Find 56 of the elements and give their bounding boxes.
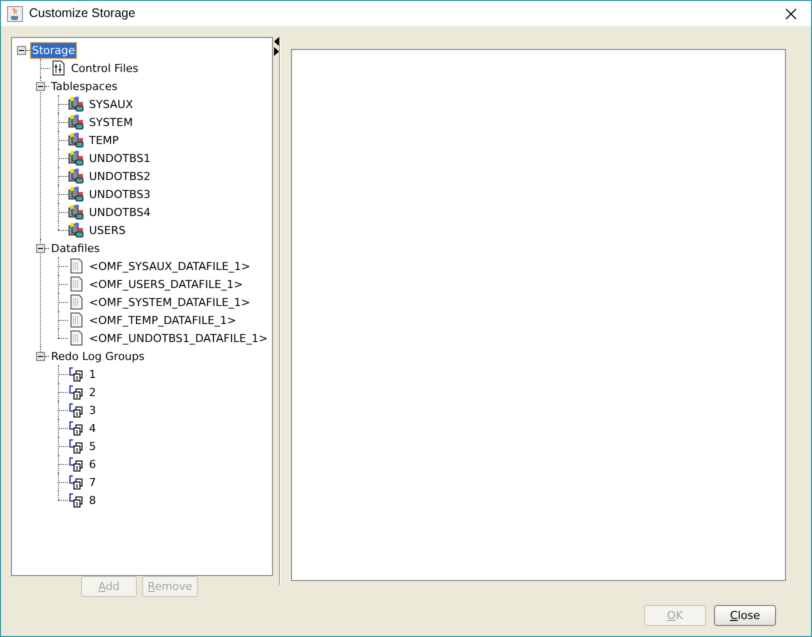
tree-item[interactable]: 4	[87, 420, 98, 436]
document-icon	[68, 294, 84, 310]
tree-item[interactable]: 8	[87, 492, 98, 508]
tree-item[interactable]: TEMP	[87, 132, 121, 148]
collapse-icon[interactable]	[36, 244, 45, 252]
tree-item[interactable]: SYSTEM	[87, 114, 135, 130]
tree-item[interactable]: <OMF_USERS_DATAFILE_1>	[87, 276, 246, 292]
document-icon	[68, 276, 84, 292]
tree-item[interactable]: 2	[87, 384, 98, 400]
database-stack-icon	[68, 114, 84, 130]
document-icon	[68, 258, 84, 274]
redo-log-icon	[68, 420, 84, 436]
tree-item[interactable]: <OMF_SYSTEM_DATAFILE_1>	[87, 294, 252, 310]
database-stack-icon	[68, 204, 84, 220]
redo-log-icon	[68, 402, 84, 418]
tree-item[interactable]: Control Files	[69, 60, 140, 76]
database-stack-icon	[68, 96, 84, 112]
redo-log-icon	[68, 492, 84, 508]
tree-item[interactable]: SYSAUX	[87, 96, 135, 112]
java-cup-icon	[7, 6, 23, 22]
redo-log-icon	[68, 456, 84, 472]
database-stack-icon	[68, 168, 84, 184]
redo-log-icon	[68, 366, 84, 382]
control-file-icon	[50, 60, 66, 76]
tree-item[interactable]: UNDOTBS4	[87, 204, 152, 220]
tree-item[interactable]: USERS	[87, 222, 128, 238]
tree-item[interactable]: Datafiles	[49, 240, 102, 256]
redo-log-icon	[68, 474, 84, 490]
collapse-icon[interactable]	[36, 352, 45, 360]
database-stack-icon	[68, 132, 84, 148]
tree-item[interactable]: UNDOTBS3	[87, 186, 152, 202]
tree-item[interactable]: <OMF_TEMP_DATAFILE_1>	[87, 312, 238, 328]
tree-item[interactable]: 1	[87, 366, 98, 382]
close-icon[interactable]	[785, 8, 797, 20]
tree-item[interactable]: Tablespaces	[49, 78, 120, 94]
database-stack-icon	[68, 150, 84, 166]
database-stack-icon	[68, 222, 84, 238]
document-icon	[68, 330, 84, 346]
tree-item[interactable]: 6	[87, 456, 98, 472]
tree-item[interactable]: <OMF_SYSAUX_DATAFILE_1>	[87, 258, 252, 274]
tree-item[interactable]: 5	[87, 438, 98, 454]
tree-item[interactable]: 3	[87, 402, 98, 418]
tree-item[interactable]: <OMF_UNDOTBS1_DATAFILE_1>	[87, 330, 270, 346]
tree-item[interactable]: 7	[87, 474, 98, 490]
collapse-icon[interactable]	[36, 82, 45, 90]
redo-log-icon	[68, 384, 84, 400]
document-icon	[68, 312, 84, 328]
tree-item[interactable]: Storage	[30, 42, 78, 58]
redo-log-icon	[68, 438, 84, 454]
tree-item[interactable]: UNDOTBS1	[87, 150, 152, 166]
database-stack-icon	[68, 186, 84, 202]
window-title: Customize Storage	[29, 5, 136, 22]
tree-item[interactable]: UNDOTBS2	[87, 168, 152, 184]
dialog-button[interactable]: Close	[714, 605, 776, 626]
tree-item[interactable]: Redo Log Groups	[49, 348, 146, 364]
collapse-icon[interactable]	[17, 46, 26, 54]
